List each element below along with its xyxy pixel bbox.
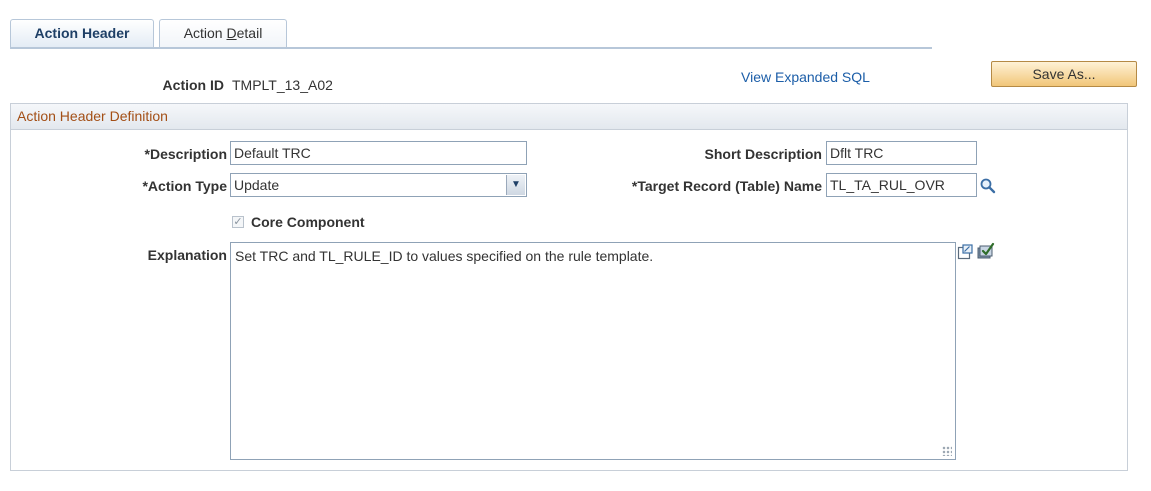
action-type-value: Update: [234, 177, 280, 193]
target-record-input[interactable]: TL_TA_RUL_OVR: [826, 173, 977, 197]
spellcheck-icon[interactable]: [976, 242, 996, 260]
tab-action-detail-label: Action Detail: [183, 25, 263, 41]
view-expanded-sql-link[interactable]: View Expanded SQL: [741, 69, 870, 85]
explanation-textarea[interactable]: Set TRC and TL_RULE_ID to values specifi…: [230, 242, 956, 460]
description-label: *Description: [144, 146, 227, 162]
tab-underline: [10, 47, 932, 49]
tab-action-header[interactable]: Action Header: [10, 19, 154, 47]
short-description-label: Short Description: [704, 146, 822, 162]
magnifier-icon[interactable]: [979, 177, 997, 195]
explanation-text: Set TRC and TL_RULE_ID to values specifi…: [235, 248, 654, 264]
save-as-button[interactable]: Save As...: [991, 61, 1137, 87]
group-title: Action Header Definition: [11, 104, 1127, 130]
tab-action-header-label: Action Header: [34, 25, 130, 41]
explanation-label: Explanation: [147, 247, 227, 263]
tab-action-detail[interactable]: Action Detail: [159, 19, 287, 47]
action-type-select[interactable]: Update ▼: [230, 173, 527, 197]
expand-popup-icon[interactable]: [957, 244, 974, 260]
target-record-label: *Target Record (Table) Name: [631, 178, 822, 194]
core-component-checkbox[interactable]: ✓: [232, 216, 244, 228]
short-description-input[interactable]: Dflt TRC: [826, 141, 977, 165]
action-type-label: *Action Type: [142, 178, 227, 194]
chevron-down-icon[interactable]: ▼: [506, 175, 525, 195]
resize-grip-icon[interactable]: [942, 446, 952, 456]
description-input[interactable]: Default TRC: [230, 141, 527, 165]
action-id-value: TMPLT_13_A02: [232, 77, 333, 93]
action-id-label: Action ID: [162, 77, 224, 93]
core-component-label: Core Component: [251, 214, 365, 230]
